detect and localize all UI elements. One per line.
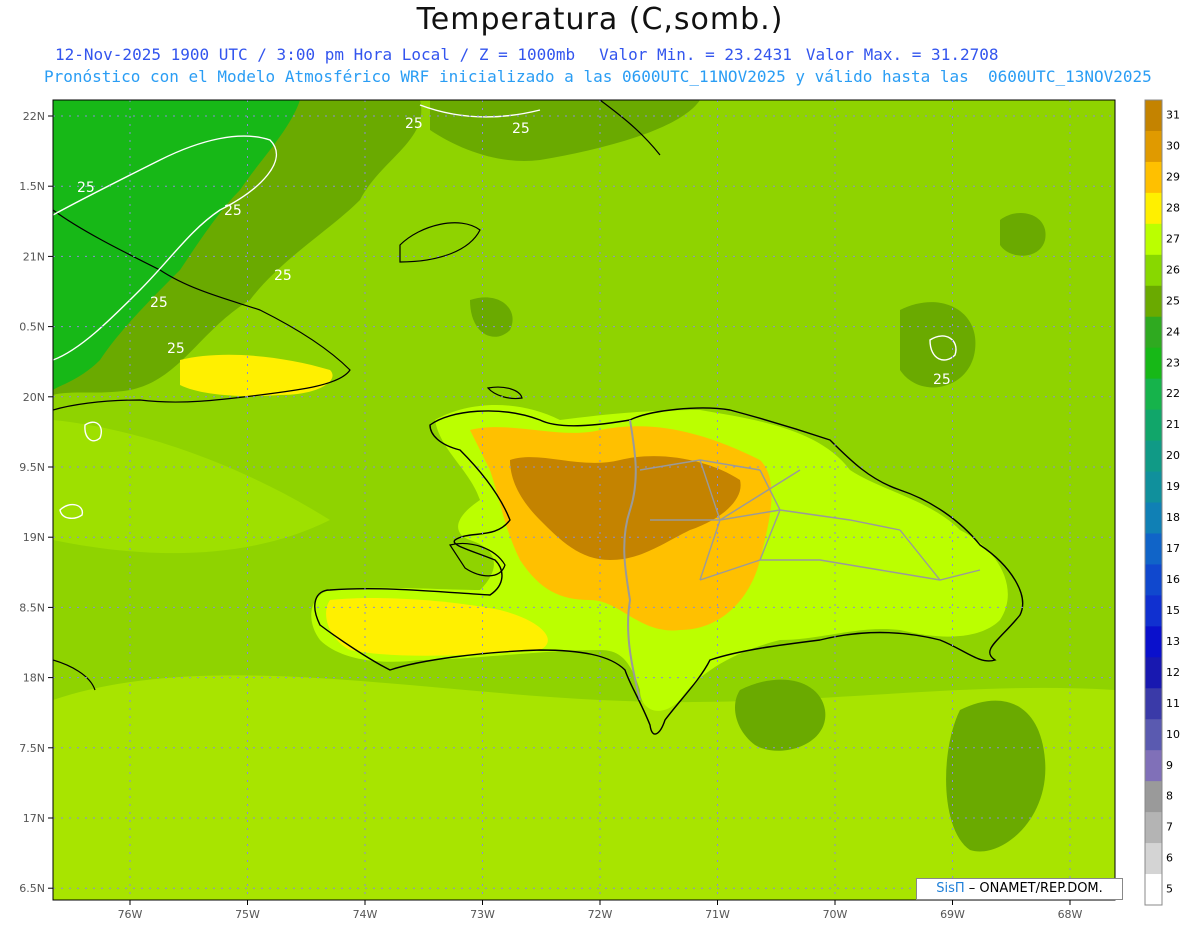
lat-label: 21N: [23, 250, 45, 263]
map-plot-area: 25 25 25 25 25 25 25 25: [53, 100, 1115, 900]
colorbar-label: 16: [1166, 573, 1180, 586]
lat-label: 8.5N: [19, 601, 45, 614]
colorbar-label: 18: [1166, 511, 1180, 524]
cool-patch-east2: [1000, 212, 1046, 256]
colorbar-swatch: [1145, 688, 1162, 720]
lon-label: 76W: [118, 908, 143, 921]
colorbar-swatch: [1145, 564, 1162, 596]
colorbar-label: 12: [1166, 666, 1180, 679]
contour-label: 25: [405, 116, 423, 132]
colorbar-swatch: [1145, 843, 1162, 875]
colorbar-label: 8: [1166, 790, 1173, 803]
colorbar-label: 7: [1166, 821, 1173, 834]
lon-label: 69W: [940, 908, 965, 921]
colorbar-label: 11: [1166, 697, 1180, 710]
contour-label: 25: [77, 180, 95, 196]
lat-label: 20N: [23, 391, 45, 404]
colorbar-label: 30: [1166, 140, 1180, 153]
contour-label: 25: [274, 268, 292, 284]
colorbar-swatch: [1145, 626, 1162, 658]
colorbar-label: 19: [1166, 480, 1180, 493]
colorbar-label: 31: [1166, 109, 1180, 122]
colorbar-swatch: [1145, 874, 1162, 906]
colorbar-swatch: [1145, 130, 1162, 163]
lat-label: 7.5N: [19, 742, 45, 755]
colorbar-swatch: [1145, 378, 1162, 411]
colorbar-label: 5: [1166, 883, 1173, 896]
colorbar-swatch: [1145, 347, 1162, 380]
colorbar-swatch: [1145, 192, 1162, 225]
colorbar-swatch: [1145, 533, 1162, 565]
colorbar-label: 21: [1166, 418, 1180, 431]
lon-label: 74W: [353, 908, 378, 921]
colorbar-swatch: [1145, 595, 1162, 627]
lat-label: 19N: [23, 531, 45, 544]
lon-label: 71W: [705, 908, 730, 921]
colorbar-label: 20: [1166, 449, 1180, 462]
colorbar-label: 26: [1166, 263, 1180, 276]
colorbar-swatch: [1145, 750, 1162, 782]
colorbar-swatch: [1145, 285, 1162, 318]
longitude-labels: 76W 75W 74W 73W 72W 71W 70W 69W 68W: [118, 900, 1083, 921]
colorbar-label: 10: [1166, 728, 1180, 741]
colorbar-label: 27: [1166, 232, 1180, 245]
colorbar-label: 9: [1166, 759, 1173, 772]
lon-label: 73W: [470, 908, 495, 921]
colorbar-swatch: [1145, 161, 1162, 194]
contour-label: 25: [167, 341, 185, 357]
colorbar-swatch: [1145, 409, 1162, 442]
colorbar-label: 17: [1166, 542, 1180, 555]
colorbar-label: 28: [1166, 201, 1180, 214]
colorbar-label: 23: [1166, 356, 1180, 369]
lat-label: 0.5N: [19, 321, 45, 334]
contour-label: 25: [150, 295, 168, 311]
colorbar-swatch: [1145, 471, 1162, 503]
credit-box: SisΠ – ONAMET/REP.DOM.: [916, 878, 1123, 900]
lon-label: 75W: [235, 908, 260, 921]
colorbar-swatch: [1145, 316, 1162, 349]
temperature-map: 25 25 25 25 25 25 25 25 22N 1.5N 21N 0.5N 20…: [19, 99, 1180, 921]
colorbar-label: 15: [1166, 604, 1180, 617]
credit-brand: SisΠ: [936, 881, 965, 896]
contour-label: 25: [512, 121, 530, 137]
lat-label: 1.5N: [19, 180, 45, 193]
colorbar-swatch: [1145, 657, 1162, 689]
colorbar-label: 25: [1166, 294, 1180, 307]
colorbar-swatch: [1145, 719, 1162, 751]
lat-label: 6.5N: [19, 882, 45, 895]
colorbar-swatch: [1145, 100, 1162, 132]
contour-label: 25: [224, 203, 242, 219]
lat-label: 22N: [23, 110, 45, 123]
lon-label: 72W: [588, 908, 613, 921]
colorbar-swatch: [1145, 502, 1162, 534]
colorbar-label: 22: [1166, 387, 1180, 400]
contour-label: 25: [933, 372, 951, 388]
colorbar-label: 13: [1166, 635, 1180, 648]
lat-label: 18N: [23, 672, 45, 685]
credit-text: – ONAMET/REP.DOM.: [968, 881, 1103, 896]
colorbar-swatch: [1145, 440, 1162, 473]
colorbar-swatch: [1145, 223, 1162, 256]
colorbar: 31 30 29 28 27 26 25 24 23 22 21 20 19 18 17 16 15 13 12 11…: [1144, 99, 1180, 906]
colorbar-swatch: [1145, 781, 1162, 813]
latitude-labels: 22N 1.5N 21N 0.5N 20N 9.5N 19N 8.5N 18N 7.5N 17N 6.…: [19, 110, 53, 895]
colorbar-label: 6: [1166, 852, 1173, 865]
lon-label: 68W: [1058, 908, 1083, 921]
lon-label: 70W: [823, 908, 848, 921]
colorbar-label: 29: [1166, 171, 1180, 184]
colorbar-swatch: [1145, 812, 1162, 844]
colorbar-label: 24: [1166, 325, 1180, 338]
colorbar-swatch: [1145, 254, 1162, 287]
lat-label: 17N: [23, 812, 45, 825]
lat-label: 9.5N: [19, 461, 45, 474]
